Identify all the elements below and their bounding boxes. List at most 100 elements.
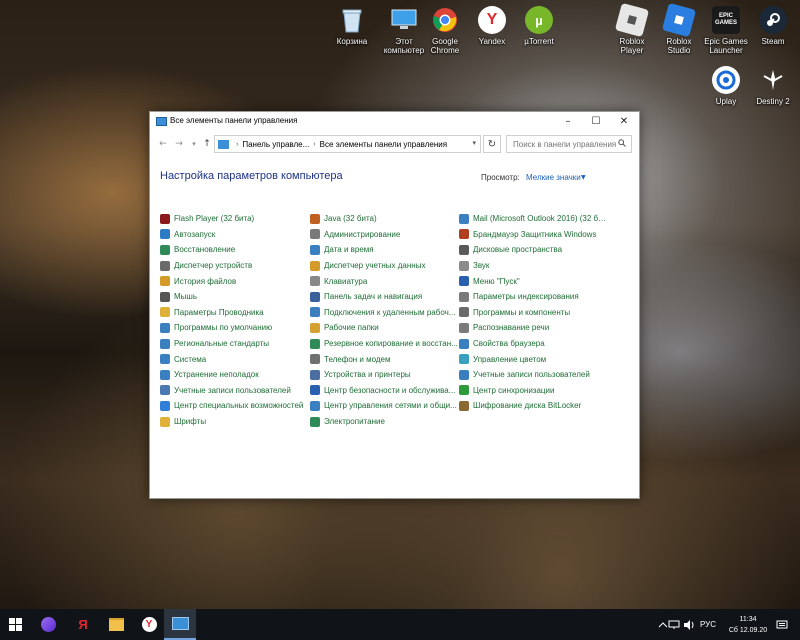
- control-panel-item-icon: [160, 213, 170, 224]
- cortana-button[interactable]: [33, 609, 63, 640]
- control-panel-item[interactable]: Звук: [459, 258, 609, 274]
- clock[interactable]: 11:34 Сб 12.09.20: [728, 614, 768, 636]
- minimize-button[interactable]: –: [554, 112, 582, 130]
- address-bar[interactable]: › Панель управле... › Все элементы панел…: [214, 135, 481, 153]
- control-panel-item-label: Телефон и модем: [324, 354, 391, 364]
- control-panel-item[interactable]: Mail (Microsoft Outlook 2016) (32 би...: [459, 211, 609, 227]
- title-bar[interactable]: Все элементы панели управления – ☐ ✕: [150, 112, 639, 132]
- desktop-icon-yandex[interactable]: Y Yandex: [468, 6, 516, 46]
- chevron-down-icon[interactable]: ▼: [581, 174, 586, 181]
- control-panel-item[interactable]: История файлов: [160, 273, 310, 289]
- desktop-icon-utorrent[interactable]: µ µTorrent: [515, 6, 563, 46]
- control-panel-item[interactable]: Рабочие папки: [310, 320, 460, 336]
- control-panel-item-icon: [160, 229, 170, 240]
- control-panel-item[interactable]: Центр синхронизации: [459, 383, 609, 399]
- control-panel-item[interactable]: Центр управления сетями и общи...: [310, 398, 460, 414]
- control-panel-item[interactable]: Устранение неполадок: [160, 367, 310, 383]
- control-panel-item[interactable]: Параметры Проводника: [160, 305, 310, 321]
- taskbar-control-panel[interactable]: [164, 609, 196, 640]
- control-panel-item[interactable]: Резервное копирование и восстан...: [310, 336, 460, 352]
- window-title: Все элементы панели управления: [170, 116, 298, 125]
- control-panel-item[interactable]: Региональные стандарты: [160, 336, 310, 352]
- desktop-icon-uplay[interactable]: Uplay: [702, 66, 750, 106]
- recent-locations-icon[interactable]: ▾: [187, 137, 201, 151]
- control-panel-item-icon: [310, 416, 320, 427]
- control-panel-item[interactable]: Управление цветом: [459, 351, 609, 367]
- control-panel-item[interactable]: Электропитание: [310, 414, 460, 430]
- breadcrumb-all-items[interactable]: Все элементы панели управления: [320, 140, 447, 149]
- control-panel-item[interactable]: Диспетчер учетных данных: [310, 258, 460, 274]
- network-icon[interactable]: [668, 620, 680, 630]
- control-panel-item[interactable]: Система: [160, 351, 310, 367]
- control-panel-item[interactable]: Свойства браузера: [459, 336, 609, 352]
- control-panel-item[interactable]: Распознавание речи: [459, 320, 609, 336]
- desktop-icon-roblox-studio[interactable]: Roblox Studio: [655, 2, 703, 55]
- control-panel-item[interactable]: Центр специальных возможностей: [160, 398, 310, 414]
- notifications-icon[interactable]: [776, 620, 788, 630]
- forward-arrow-icon[interactable]: →: [172, 137, 186, 151]
- desktop-icon-epic-games[interactable]: EPIC GAMES Epic Games Launcher: [702, 6, 750, 55]
- control-panel-item[interactable]: Диспетчер устройств: [160, 258, 310, 274]
- close-button[interactable]: ✕: [610, 112, 638, 130]
- desktop-icon-label: Roblox Studio: [666, 37, 692, 55]
- taskbar-file-explorer[interactable]: [101, 609, 131, 640]
- control-panel-item[interactable]: Java (32 бита): [310, 211, 460, 227]
- control-panel-item-label: Система: [174, 354, 207, 364]
- control-panel-item[interactable]: Подключения к удаленным рабоч...: [310, 305, 460, 321]
- control-panel-item-icon: [160, 322, 170, 333]
- search-input[interactable]: [506, 135, 632, 153]
- control-panel-item[interactable]: Центр безопасности и обслужива...: [310, 383, 460, 399]
- taskbar-yandex-browser[interactable]: Y: [134, 609, 164, 640]
- control-panel-item[interactable]: Меню "Пуск": [459, 273, 609, 289]
- control-panel-item[interactable]: Панель задач и навигация: [310, 289, 460, 305]
- control-panel-item[interactable]: Шифрование диска BitLocker: [459, 398, 609, 414]
- control-panel-item[interactable]: Восстановление: [160, 242, 310, 258]
- control-panel-item[interactable]: Клавиатура: [310, 273, 460, 289]
- control-panel-item-label: Шифрование диска BitLocker: [473, 401, 582, 411]
- up-arrow-icon[interactable]: ↑: [200, 137, 214, 151]
- control-panel-item[interactable]: Учетные записи пользователей: [160, 383, 310, 399]
- language-indicator[interactable]: РУС: [700, 620, 716, 629]
- start-button[interactable]: [0, 609, 30, 640]
- control-panel-item[interactable]: Автозапуск: [160, 227, 310, 243]
- control-panel-item-label: Меню "Пуск": [473, 276, 520, 286]
- desktop-icon-steam[interactable]: Steam: [749, 6, 797, 46]
- windows-start-icon: [8, 618, 22, 631]
- control-panel-item-icon: [160, 400, 170, 411]
- control-panel-item-label: Администрирование: [324, 229, 401, 239]
- refresh-button[interactable]: ↻: [483, 135, 501, 153]
- control-panel-item[interactable]: Мышь: [160, 289, 310, 305]
- control-panel-item[interactable]: Дата и время: [310, 242, 460, 258]
- control-panel-item[interactable]: Шрифты: [160, 414, 310, 430]
- chevron-down-icon[interactable]: ▾: [472, 139, 476, 147]
- control-panel-item-label: Брандмауэр Защитника Windows: [473, 229, 597, 239]
- desktop-icon-roblox-player[interactable]: Roblox Player: [608, 2, 656, 55]
- control-panel-item[interactable]: Устройства и принтеры: [310, 367, 460, 383]
- control-panel-item-icon: [310, 276, 320, 287]
- control-panel-item[interactable]: Учетные записи пользователей: [459, 367, 609, 383]
- taskbar-yandex[interactable]: Я: [68, 609, 98, 640]
- control-panel-item[interactable]: Программы и компоненты: [459, 305, 609, 321]
- control-panel-item[interactable]: Программы по умолчанию: [160, 320, 310, 336]
- control-panel-item[interactable]: Параметры индексирования: [459, 289, 609, 305]
- control-panel-item-label: Центр специальных возможностей: [174, 401, 304, 411]
- control-panel-item[interactable]: Брандмауэр Защитника Windows: [459, 227, 609, 243]
- control-panel-item[interactable]: Дисковые пространства: [459, 242, 609, 258]
- chevron-up-icon[interactable]: [658, 621, 668, 629]
- control-panel-item[interactable]: Flash Player (32 бита): [160, 211, 310, 227]
- control-panel-item[interactable]: Администрирование: [310, 227, 460, 243]
- back-arrow-icon[interactable]: ←: [156, 137, 170, 151]
- desktop-icon-label: Epic Games Launcher: [704, 37, 748, 55]
- desktop-icon-chrome[interactable]: Google Chrome: [421, 6, 469, 55]
- speaker-icon[interactable]: [683, 620, 695, 630]
- desktop-icon-destiny[interactable]: Destiny 2: [749, 66, 797, 106]
- control-panel-item-icon: [459, 276, 469, 287]
- breadcrumb-control-panel[interactable]: Панель управле...: [242, 140, 309, 149]
- control-panel-icon: [156, 117, 167, 126]
- desktop-icon-recycle-bin[interactable]: Корзина: [328, 6, 376, 46]
- maximize-button[interactable]: ☐: [582, 112, 610, 130]
- control-panel-item[interactable]: Телефон и модем: [310, 351, 460, 367]
- control-panel-item-label: Центр безопасности и обслужива...: [324, 385, 456, 395]
- view-mode-dropdown[interactable]: Мелкие значки: [526, 173, 581, 182]
- control-panel-item-label: Учетные записи пользователей: [174, 385, 291, 395]
